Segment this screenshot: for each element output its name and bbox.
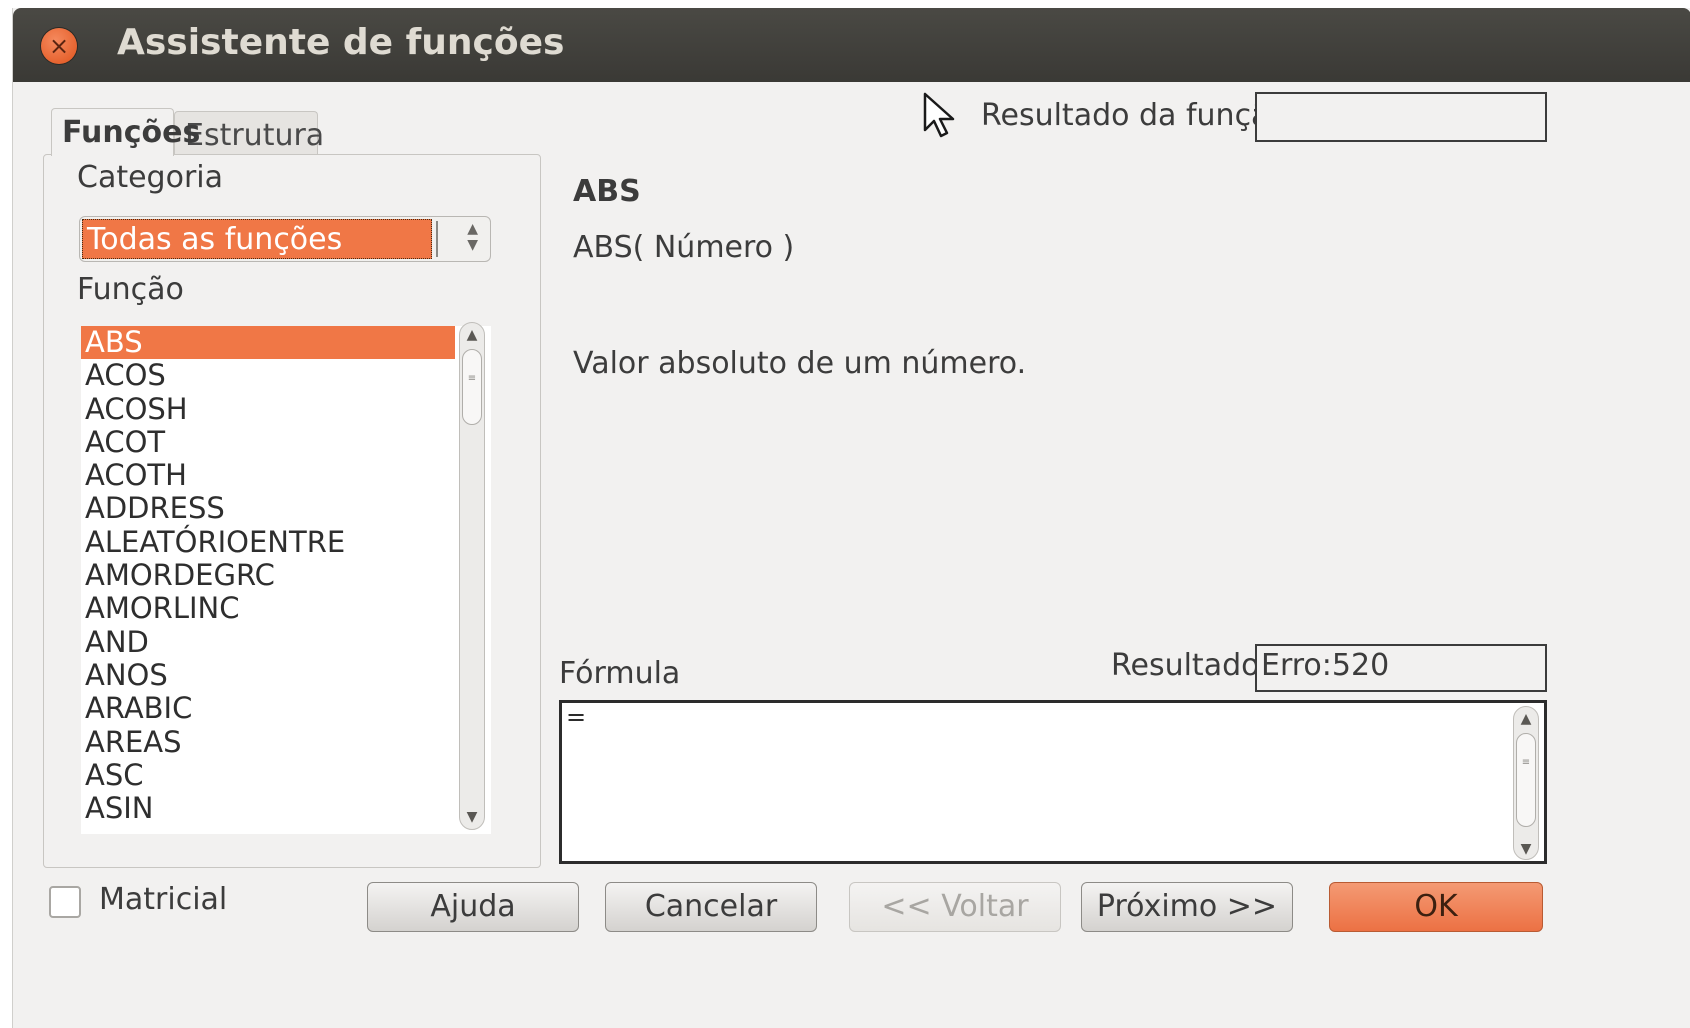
function-syntax: ABS( Número ) (573, 230, 795, 265)
list-item[interactable]: ABS (81, 326, 455, 360)
matrix-label: Matricial (99, 882, 228, 917)
result-label: Resultado (1111, 648, 1260, 683)
list-item[interactable]: ACOT (81, 425, 491, 459)
scrollbar-thumb[interactable]: ≡ (1516, 733, 1536, 827)
close-icon: × (48, 32, 70, 60)
function-wizard-dialog: × Assistente de funções Funções Estrutur… (12, 8, 1690, 1028)
function-description: Valor absoluto de um número. (573, 346, 1027, 381)
next-button[interactable]: Próximo >> (1081, 882, 1293, 932)
function-name: ABS (573, 174, 641, 209)
close-button[interactable]: × (41, 28, 77, 64)
tab-funcoes[interactable]: Funções (51, 108, 200, 156)
matrix-checkbox[interactable] (49, 886, 81, 918)
chevron-up-icon[interactable]: ▲ (460, 327, 484, 343)
formula-textarea[interactable]: = (559, 700, 1547, 864)
formula-text: = (566, 703, 587, 731)
list-item[interactable]: ACOS (81, 359, 491, 392)
category-label: Categoria (77, 160, 224, 195)
chevron-up-icon[interactable]: ▲ (1514, 711, 1538, 727)
chevron-down-icon[interactable]: ▼ (1514, 841, 1538, 857)
function-result-label: Resultado da função (981, 98, 1288, 133)
ok-button[interactable]: OK (1329, 882, 1543, 932)
list-item[interactable]: ARABIC (81, 692, 491, 725)
category-select[interactable]: Todas as funções ▲ ▼ (79, 216, 491, 262)
window-title: Assistente de funções (117, 22, 565, 63)
list-item[interactable]: AMORLINC (81, 592, 491, 625)
combo-separator (436, 221, 438, 257)
list-item[interactable]: ACOSH (81, 392, 491, 426)
formula-scrollbar[interactable]: ▲ ≡ ▼ (1513, 706, 1539, 860)
list-item[interactable]: AREAS (81, 725, 491, 759)
chevron-down-icon[interactable]: ▼ (460, 809, 484, 825)
list-item[interactable]: ACOTH (81, 459, 491, 492)
title-bar: × Assistente de funções (13, 8, 1690, 82)
list-item[interactable]: AND (81, 625, 491, 659)
result-field: Erro:520 (1255, 644, 1547, 692)
cancel-button[interactable]: Cancelar (605, 882, 817, 932)
list-item[interactable]: ASIN (81, 792, 491, 825)
scrollbar-thumb[interactable]: ≡ (462, 349, 482, 425)
function-list-scrollbar[interactable]: ▲ ≡ ▼ (459, 322, 485, 830)
back-button[interactable]: << Voltar (849, 882, 1061, 932)
spin-updown-icon: ▲ ▼ (467, 221, 478, 253)
function-result-field (1255, 92, 1547, 142)
list-item[interactable]: ASC (81, 758, 491, 792)
formula-label: Fórmula (559, 656, 681, 691)
list-item[interactable]: ANOS (81, 658, 491, 692)
function-list-label: Função (77, 272, 184, 307)
help-button[interactable]: Ajuda (367, 882, 579, 932)
function-listbox[interactable]: ABS ACOS ACOSH ACOT ACOTH ADDRESS ALEATÓ… (81, 326, 491, 834)
list-item[interactable]: AMORDEGRC (81, 558, 491, 592)
list-item[interactable]: ALEATÓRIOENTRE (81, 525, 491, 559)
list-item[interactable]: ADDRESS (81, 492, 491, 525)
mouse-pointer-icon (923, 92, 955, 138)
category-selected-value: Todas as funções (82, 219, 432, 259)
